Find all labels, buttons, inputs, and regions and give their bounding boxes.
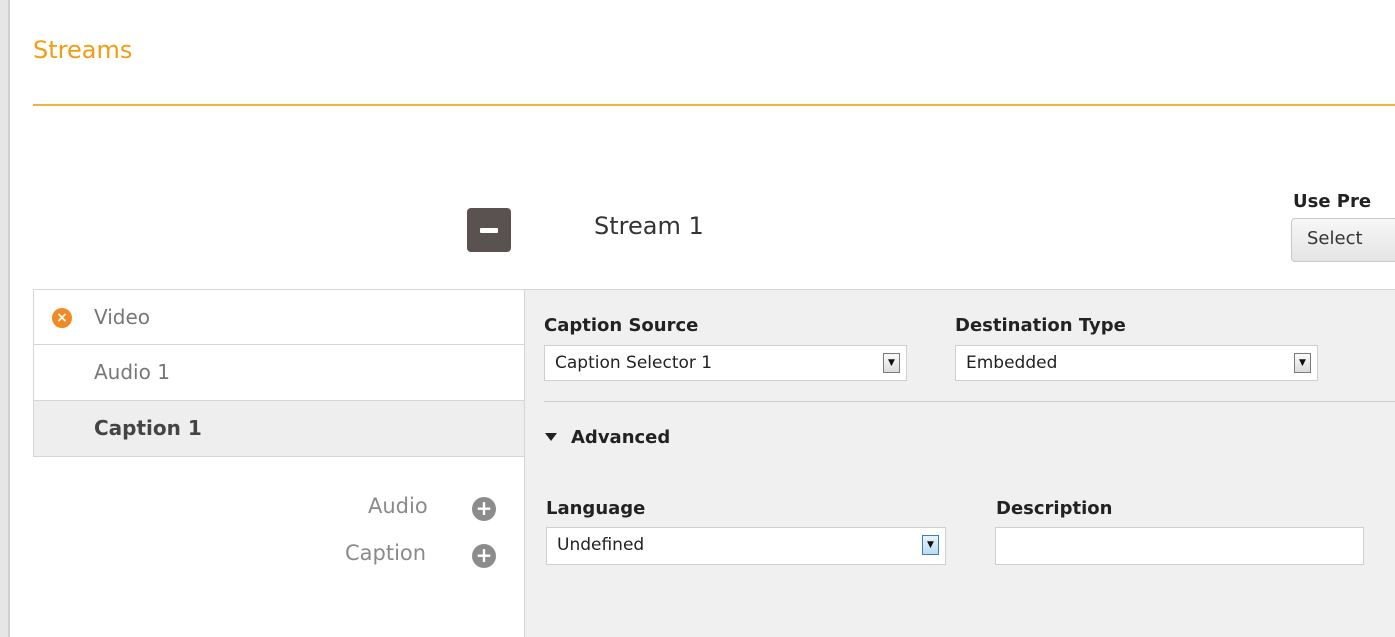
add-caption-label[interactable]: Caption: [345, 541, 426, 565]
chevron-down-icon[interactable]: ▼: [922, 535, 939, 555]
advanced-toggle[interactable]: Advanced: [545, 427, 670, 448]
use-preset-label: Use Pre: [1293, 191, 1372, 212]
language-select[interactable]: Undefined ▼: [546, 527, 946, 565]
caret-down-icon: [545, 433, 557, 441]
preset-select-button[interactable]: Select: [1291, 218, 1395, 262]
remove-icon[interactable]: ×: [52, 308, 72, 328]
description-label: Description: [996, 498, 1113, 519]
caption-source-label: Caption Source: [544, 315, 699, 336]
description-input[interactable]: [995, 527, 1364, 565]
advanced-label: Advanced: [571, 427, 671, 448]
add-audio-label[interactable]: Audio: [368, 494, 428, 518]
tab-audio-1[interactable]: Audio 1: [33, 345, 525, 401]
add-caption-plus-icon[interactable]: +: [472, 544, 496, 568]
chevron-down-icon[interactable]: ▼: [883, 353, 900, 373]
destination-type-value: Embedded: [966, 353, 1058, 373]
tab-label: Video: [94, 305, 151, 329]
destination-type-select[interactable]: Embedded ▼: [955, 345, 1318, 381]
stream-tab-list: × Video Audio 1 Caption 1: [33, 289, 525, 457]
section-divider: [544, 401, 1395, 402]
collapse-stream-button[interactable]: [467, 208, 511, 252]
chevron-down-icon[interactable]: ▼: [1294, 353, 1311, 373]
add-audio-plus-icon[interactable]: +: [472, 497, 496, 521]
tab-label: Caption 1: [94, 416, 202, 440]
caption-source-select[interactable]: Caption Selector 1 ▼: [544, 345, 907, 381]
tab-video[interactable]: × Video: [33, 289, 525, 345]
language-value: Undefined: [557, 535, 645, 555]
caption-settings-panel: [524, 289, 1395, 637]
minus-icon: [480, 228, 498, 233]
tab-caption-1[interactable]: Caption 1: [33, 401, 525, 457]
title-divider: [33, 104, 1395, 106]
page-title: Streams: [33, 36, 133, 64]
caption-source-value: Caption Selector 1: [555, 353, 713, 373]
language-label: Language: [546, 498, 646, 519]
stream-name: Stream 1: [594, 212, 704, 240]
tab-label: Audio 1: [94, 360, 170, 384]
left-border: [0, 0, 10, 637]
destination-type-label: Destination Type: [955, 315, 1126, 336]
